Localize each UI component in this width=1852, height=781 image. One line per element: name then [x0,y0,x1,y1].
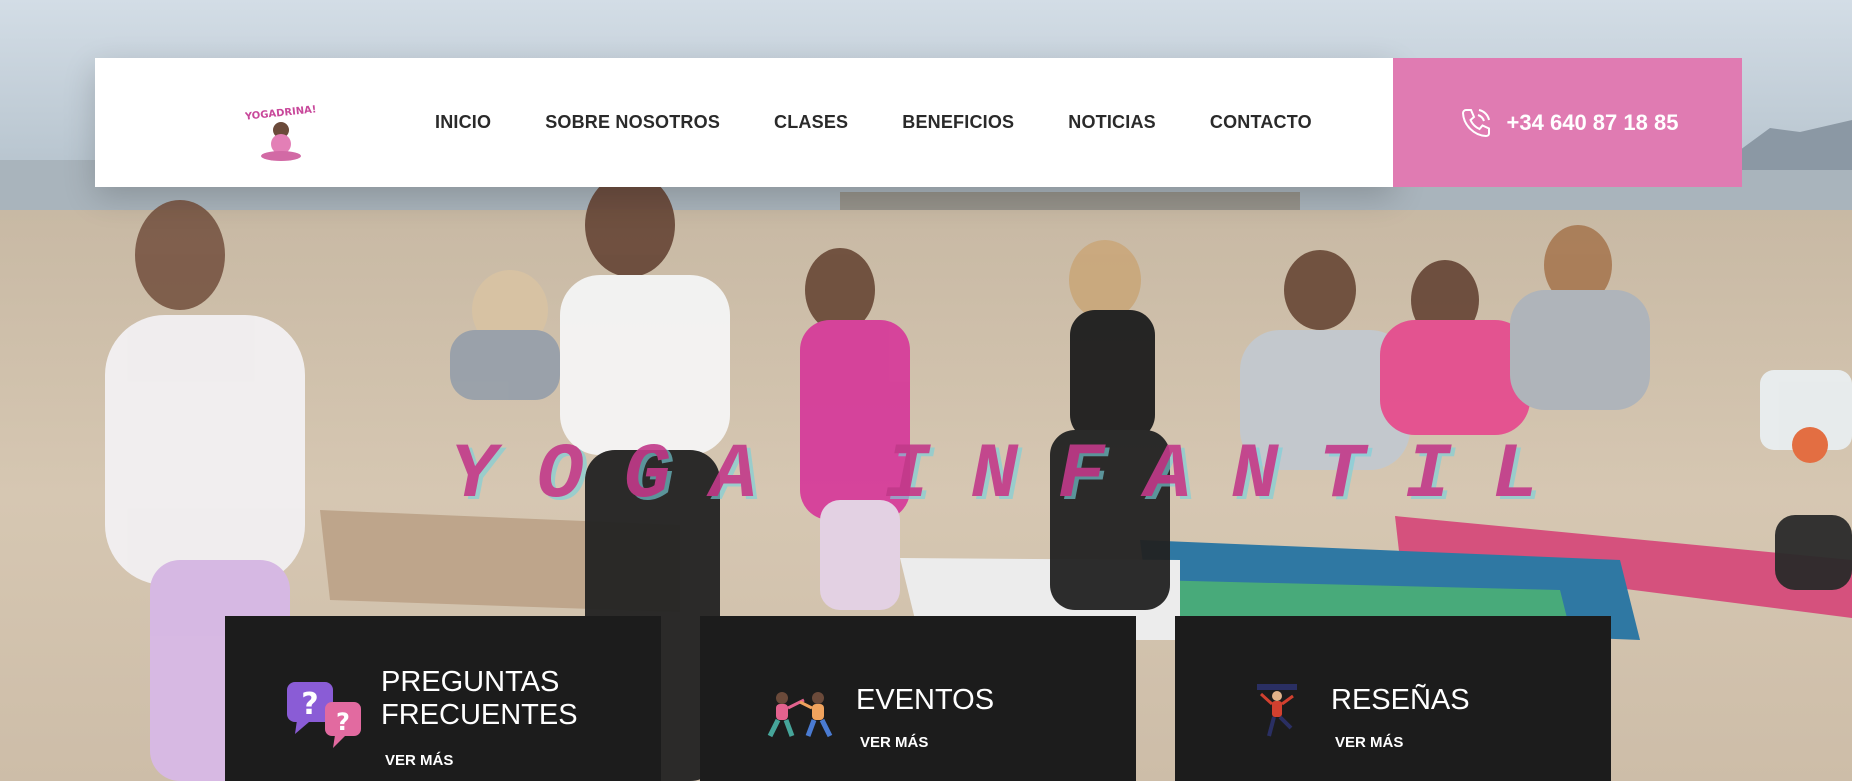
svg-text:YOGADRINA!: YOGADRINA! [245,104,317,123]
card-title: PREGUNTAS FRECUENTES [381,666,578,731]
card-preguntas-frecuentes[interactable]: ? ? PREGUNTAS FRECUENTES VER MÁS [225,616,661,781]
phone-number: +34 640 87 18 85 [1506,109,1679,135]
card-title: EVENTOS [856,684,995,716]
phone-button[interactable]: +34 640 87 18 85 [1393,58,1742,187]
card-link-ver-mas[interactable]: VER MÁS [1335,734,1403,751]
hero-title: YOGA INFANTIL [450,432,1579,520]
person-jumping-icon [1257,684,1297,737]
card-link-ver-mas[interactable]: VER MÁS [860,734,928,751]
card-title: RESEÑAS [1331,684,1470,716]
card-resenas[interactable]: RESEÑAS VER MÁS [1175,616,1611,781]
nav-clases[interactable]: CLASES [774,112,848,133]
nav-beneficios[interactable]: BENEFICIOS [902,112,1014,133]
main-nav: INICIO SOBRE NOSOTROS CLASES BENEFICIOS … [435,58,1366,187]
site-header: YOGADRINA! INICIO SOBRE NOSOTROS CLASES … [95,58,1394,187]
nav-sobre-nosotros[interactable]: SOBRE NOSOTROS [545,112,720,133]
card-eventos[interactable]: EVENTOS VER MÁS [700,616,1136,781]
nav-noticias[interactable]: NOTICIAS [1068,112,1156,133]
phone-icon [1461,108,1490,137]
nav-inicio[interactable]: INICIO [435,112,491,133]
svg-text:?: ? [301,687,318,722]
card-link-ver-mas[interactable]: VER MÁS [385,752,453,769]
kids-exercising-icon [767,692,833,738]
site-logo[interactable]: YOGADRINA! [243,102,317,164]
svg-text:?: ? [336,708,350,736]
nav-contacto[interactable]: CONTACTO [1210,112,1312,133]
faq-speech-bubbles-icon: ? ? [287,682,361,748]
yoga-girl-logo-icon: YOGADRINA! [243,104,317,161]
